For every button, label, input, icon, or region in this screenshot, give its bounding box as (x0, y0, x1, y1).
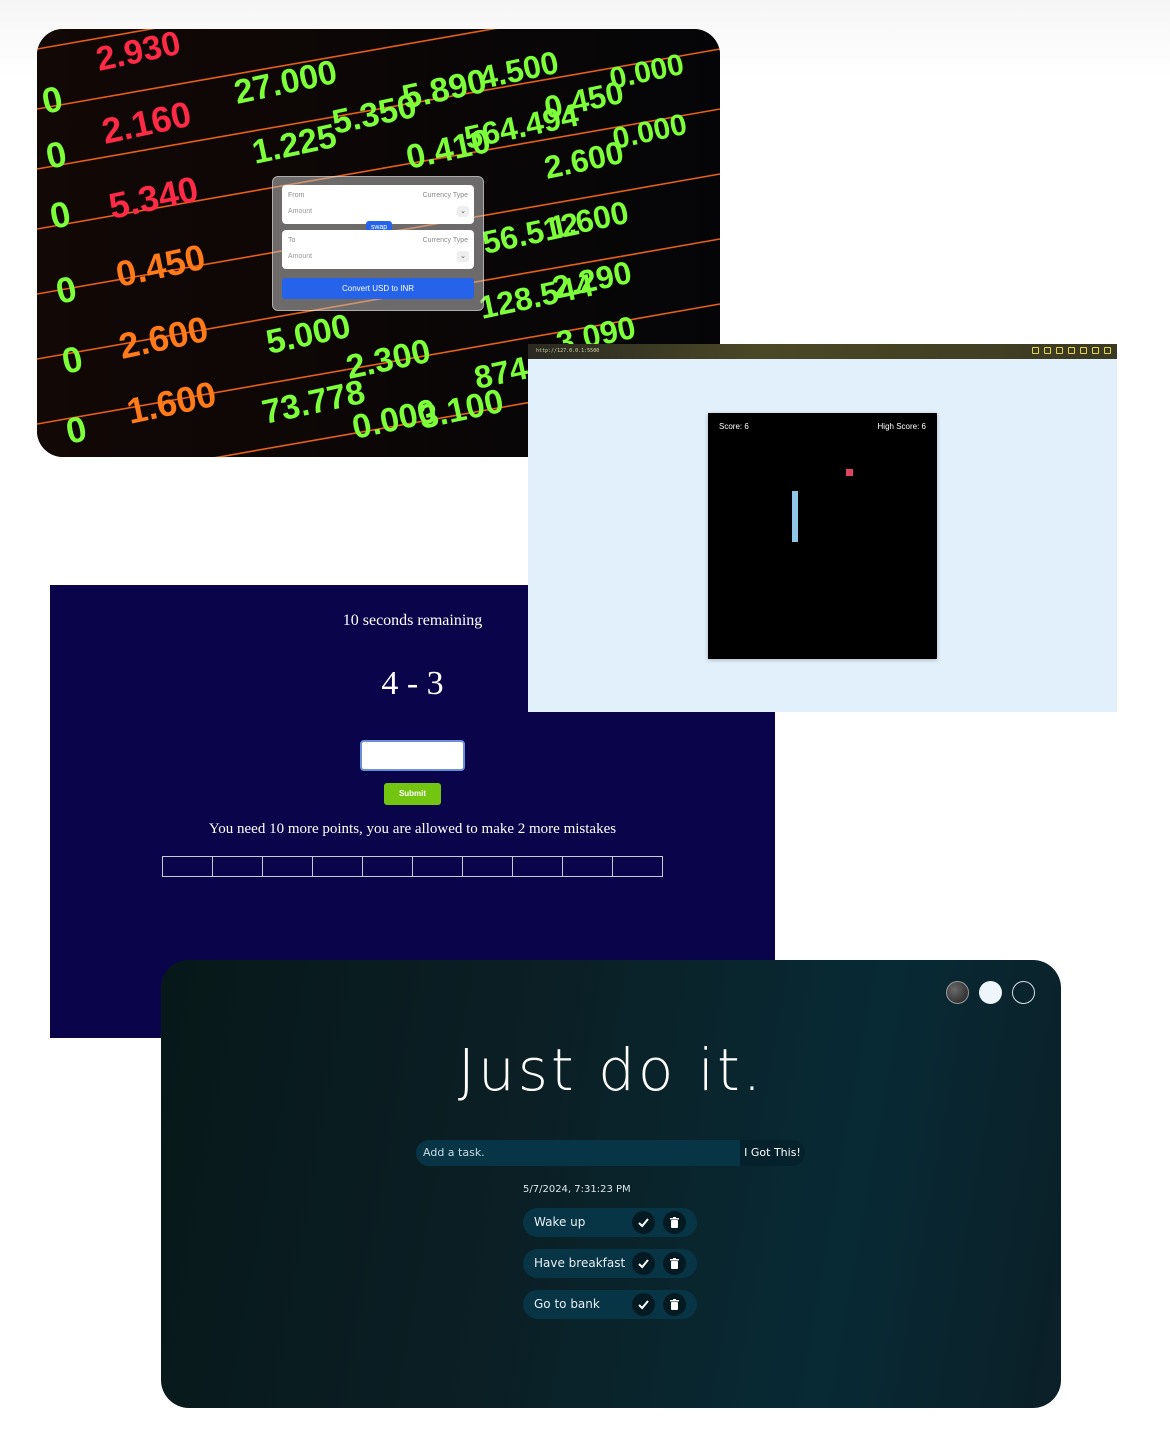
browser-toolbar: http://127.0.0.1:5500 (528, 344, 1117, 359)
status-text: You need 10 more points, you are allowed… (208, 821, 617, 837)
light-theme-button[interactable] (979, 981, 1002, 1004)
food-pellet (846, 469, 853, 476)
task-item: Have breakfast (523, 1249, 697, 1278)
toolbar-icons (1032, 347, 1111, 354)
converter-card: From Currency Type Amount ⌄ swap To Curr… (272, 176, 484, 311)
convert-button[interactable]: Convert USD to INR (282, 278, 474, 299)
game-board[interactable]: Score: 6 High Score: 6 (708, 413, 937, 659)
panel-icon[interactable] (1104, 347, 1111, 354)
snake-game-screenshot: http://127.0.0.1:5500 Score: 6 High Scor… (528, 344, 1117, 712)
progress-cell (212, 856, 263, 877)
progress-cell (462, 856, 513, 877)
task-input[interactable]: Add a task. (416, 1140, 740, 1166)
progress-cell (312, 856, 363, 877)
task-label: Have breakfast (534, 1256, 626, 1270)
to-label: To (288, 237, 296, 244)
trash-icon[interactable] (663, 1252, 686, 1275)
url-bar[interactable]: http://127.0.0.1:5500 (536, 348, 599, 354)
from-amount-input[interactable]: Amount (288, 208, 312, 215)
page-title: Just do it. (457, 1036, 765, 1104)
task-label: Wake up (534, 1215, 586, 1229)
from-currency-type-label: Currency Type (422, 192, 468, 199)
trash-icon[interactable] (663, 1211, 686, 1234)
add-task-button[interactable]: I Got This! (740, 1140, 805, 1166)
task-label: Go to bank (534, 1297, 600, 1311)
gear-icon[interactable] (1068, 347, 1075, 354)
snake-body (792, 491, 798, 542)
chevron-down-icon[interactable]: ⌄ (457, 251, 469, 262)
from-field[interactable]: From Currency Type Amount ⌄ (282, 185, 474, 224)
outline-theme-button[interactable] (1012, 981, 1035, 1004)
theme-switcher (946, 981, 1035, 1004)
bug-icon[interactable] (1080, 347, 1087, 354)
trash-icon[interactable] (663, 1293, 686, 1316)
todo-app-screenshot: Just do it. Add a task. I Got This! 5/7/… (161, 960, 1061, 1408)
task-item: Go to bank (523, 1290, 697, 1319)
progress-cell (362, 856, 413, 877)
code-icon[interactable] (1092, 347, 1099, 354)
submit-button[interactable]: Submit (384, 783, 441, 805)
progress-cell (412, 856, 463, 877)
progress-cell (562, 856, 613, 877)
score-text: Score: 6 (719, 422, 749, 431)
check-icon[interactable] (632, 1211, 655, 1234)
from-label: From (288, 192, 305, 199)
answer-input[interactable] (360, 740, 465, 771)
to-field[interactable]: To Currency Type Amount ⌄ (282, 230, 474, 269)
check-icon[interactable] (632, 1252, 655, 1275)
dark-theme-button[interactable] (946, 981, 969, 1004)
screen-icon[interactable] (1056, 347, 1063, 354)
to-amount-input[interactable]: Amount (288, 253, 312, 260)
check-icon[interactable] (632, 1293, 655, 1316)
to-currency-type-label: Currency Type (422, 237, 468, 244)
link-icon[interactable] (1032, 347, 1039, 354)
task-item: Wake up (523, 1208, 697, 1237)
chevron-down-icon[interactable]: ⌄ (457, 206, 469, 217)
progress-cell (512, 856, 563, 877)
progress-grid (162, 856, 663, 877)
progress-cell (262, 856, 313, 877)
progress-cell (162, 856, 213, 877)
camera-icon[interactable] (1044, 347, 1051, 354)
high-score-text: High Score: 6 (877, 422, 926, 431)
date-text: 5/7/2024, 7:31:23 PM (523, 1184, 631, 1195)
progress-cell (612, 856, 663, 877)
